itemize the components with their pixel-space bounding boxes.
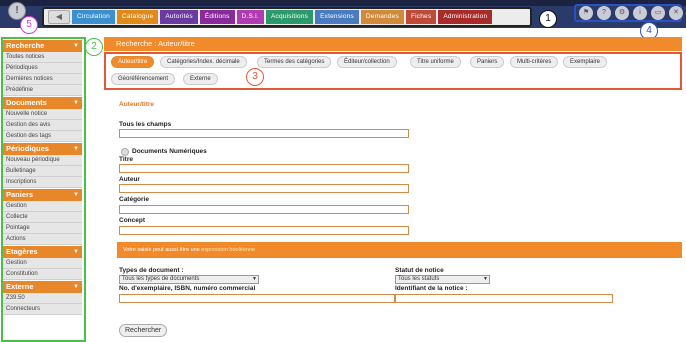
boolean-expression-link[interactable]: expression booléenne <box>201 247 255 253</box>
sidebar-item[interactable]: Gestion des tags <box>3 131 82 142</box>
sidebar-item[interactable]: Prédéfinie <box>3 85 82 96</box>
title-input[interactable] <box>119 164 409 173</box>
author-input[interactable] <box>119 184 409 193</box>
gear-icon[interactable]: ⚙ <box>615 6 629 20</box>
search-tab-auteur-titre[interactable]: Auteur/titre <box>111 56 155 68</box>
category-input[interactable] <box>119 205 409 214</box>
window-icon[interactable]: ▭ <box>651 6 665 20</box>
sidebar-section-recherche[interactable]: Recherche ▼ <box>3 40 82 52</box>
sidebar-section-periodiques[interactable]: Périodiques ▼ <box>3 143 82 155</box>
search-tab-georeferencement[interactable]: Géoréférencement <box>111 73 176 85</box>
form-title: Auteur/titre <box>119 101 155 108</box>
record-id-label: Identifiant de la notice : <box>395 285 468 292</box>
search-button[interactable]: Rechercher <box>119 324 168 337</box>
sidebar-section-documents[interactable]: Documents ▼ <box>3 97 82 109</box>
sidebar-item[interactable]: Connecteurs <box>3 304 82 315</box>
author-label: Auteur <box>119 176 140 183</box>
search-tab-multi-criteres[interactable]: Multi-critères <box>510 56 559 68</box>
dropdown-arrow-icon: ▼ <box>483 276 488 282</box>
all-fields-label: Tous les champs <box>119 121 172 128</box>
sidebar-item[interactable]: Dernières notices <box>3 74 82 85</box>
doc-type-select[interactable]: Tous les types de documents ▼ <box>119 275 259 284</box>
annotation-badge-1: 1 <box>539 10 557 28</box>
tab-circulation[interactable]: Circulation <box>72 10 115 24</box>
annotation-badge-2: 2 <box>85 38 103 56</box>
concept-input[interactable] <box>119 226 409 235</box>
concept-label: Concept <box>119 217 145 224</box>
doc-type-label: Types de document : <box>119 267 184 274</box>
sidebar-item[interactable]: Gestion des avis <box>3 120 82 131</box>
sidebar-item[interactable]: Gestion <box>3 258 82 269</box>
tab-administration[interactable]: Administration <box>438 10 493 24</box>
all-fields-input[interactable] <box>119 129 409 138</box>
search-tab-categories[interactable]: Catégories/Index. décimale <box>160 56 247 68</box>
tab-extensions[interactable]: Extensions <box>315 10 359 24</box>
copy-number-label: No. d'exemplaire, ISBN, numéro commercia… <box>119 285 256 292</box>
tab-dsi[interactable]: D.S.I. <box>236 10 265 24</box>
sidebar-item[interactable]: Périodiques <box>3 63 82 74</box>
dropdown-arrow-icon: ▼ <box>252 276 257 282</box>
status-select[interactable]: Tous les statuts ▼ <box>395 275 490 284</box>
digital-docs-checkbox[interactable] <box>121 148 129 156</box>
search-tab-paniers[interactable]: Paniers <box>470 56 505 68</box>
toolbar: ⚑ ? ⚙ i ▭ ✕ <box>579 6 683 20</box>
breadcrumb: Recherche : Auteur/titre <box>104 37 682 51</box>
home-icon[interactable]: ◀ <box>48 10 70 24</box>
copy-number-input[interactable] <box>119 294 395 303</box>
sidebar-item[interactable]: Collecte <box>3 212 82 223</box>
status-label: Statut de notice <box>395 267 444 274</box>
sidebar-section-etageres[interactable]: Etagères ▼ <box>3 246 82 258</box>
sidebar-section-paniers[interactable]: Paniers ▼ <box>3 189 82 201</box>
chevron-down-icon: ▼ <box>73 192 79 198</box>
chevron-down-icon: ▼ <box>73 43 79 49</box>
search-tab-exemplaire[interactable]: Exemplaire <box>563 56 608 68</box>
search-tab-titre-uniforme[interactable]: Titre uniforme <box>410 56 461 68</box>
tab-autorites[interactable]: Autorités <box>160 10 198 24</box>
chevron-down-icon: ▼ <box>73 146 79 152</box>
boolean-hint-band: Votre saisie peut aussi être une express… <box>117 242 682 258</box>
main-menu: ◀ Circulation Catalogue Autorités Éditio… <box>48 10 493 24</box>
sidebar-item[interactable]: Pointage <box>3 223 82 234</box>
sidebar-item[interactable]: Toutes notices <box>3 52 82 63</box>
search-tab-editeur[interactable]: Éditeur/collection <box>337 56 397 68</box>
tab-fiches[interactable]: Fiches <box>405 10 437 24</box>
sidebar-item[interactable]: Z39.50 <box>3 293 82 304</box>
title-label: Titre <box>119 156 133 163</box>
tab-acquisitions[interactable]: Acquisitions <box>266 10 314 24</box>
search-tab-termes[interactable]: Termes des catégories <box>257 56 332 68</box>
sidebar-item[interactable]: Nouvelle notice <box>3 109 82 120</box>
boolean-hint-text: Votre saisie peut aussi être une <box>123 247 200 253</box>
tab-demandes[interactable]: Demandes <box>360 10 404 24</box>
sidebar-item[interactable]: Actions <box>3 234 82 245</box>
help-icon[interactable]: ? <box>597 6 611 20</box>
annotation-badge-3: 3 <box>246 68 264 86</box>
sidebar-item[interactable]: Bulletinage <box>3 166 82 177</box>
sidebar-item[interactable]: Inscriptions <box>3 177 82 188</box>
chevron-down-icon: ▼ <box>73 100 79 106</box>
sidebar-item[interactable]: Gestion <box>3 201 82 212</box>
digital-docs-label: Documents Numériques <box>132 148 207 155</box>
annotation-badge-5: 5 <box>20 16 38 34</box>
chevron-down-icon: ▼ <box>73 249 79 255</box>
tab-editions[interactable]: Éditions <box>199 10 235 24</box>
sidebar: Recherche ▼ Toutes notices Périodiques De… <box>3 39 82 315</box>
sidebar-item[interactable]: Constitution <box>3 269 82 280</box>
info-icon[interactable]: i <box>633 6 647 20</box>
tab-catalogue[interactable]: Catalogue <box>116 10 159 24</box>
close-icon[interactable]: ✕ <box>669 6 683 20</box>
category-label: Catégorie <box>119 196 149 203</box>
record-id-input[interactable] <box>395 294 613 303</box>
sidebar-section-externe[interactable]: Externe ▼ <box>3 281 82 293</box>
sidebar-item[interactable]: Nouveau périodique <box>3 155 82 166</box>
chevron-down-icon: ▼ <box>73 284 79 290</box>
search-tab-externe[interactable]: Externe <box>183 73 218 85</box>
bookmark-icon[interactable]: ⚑ <box>579 6 593 20</box>
